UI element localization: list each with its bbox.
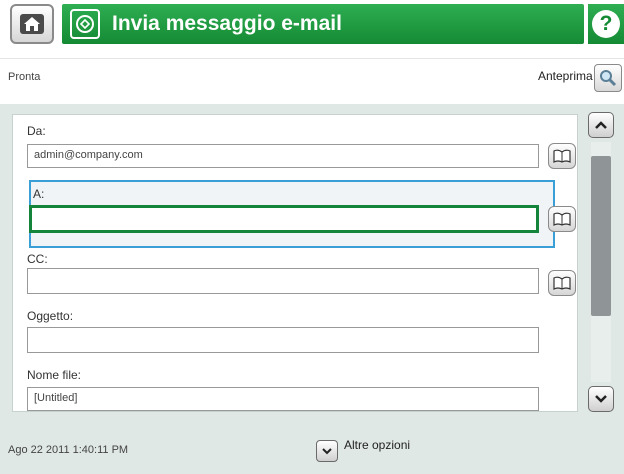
subject-field[interactable] [27,327,539,353]
status-bar: Pronta Anteprima [0,58,624,96]
subject-label: Oggetto: [27,309,74,323]
status-text: Pronta [8,71,41,83]
cc-label: CC: [27,252,48,266]
address-book-icon [553,212,571,226]
chevron-up-icon [595,121,607,129]
address-book-icon [553,276,571,290]
cc-address-book-button[interactable] [548,270,576,296]
chevron-down-icon [595,395,607,403]
more-options-button[interactable] [316,440,338,462]
to-label: A: [33,187,45,201]
home-icon [20,14,44,34]
help-button[interactable]: ? [588,4,624,44]
scroll-down-button[interactable] [588,386,614,412]
address-book-icon [553,149,571,163]
from-label: Da: [27,124,46,138]
title-bar: Invia messaggio e-mail [62,4,584,44]
more-options-label: Altre opzioni [344,438,411,452]
home-button[interactable] [10,4,54,44]
cc-field[interactable] [27,268,539,294]
scrollbar-thumb[interactable] [591,156,611,316]
email-icon [70,9,100,39]
page-title: Invia messaggio e-mail [112,12,342,35]
preview-button[interactable] [594,64,622,92]
main-panel: Da: admin@company.com A: CC: Oggetto: No… [0,104,624,420]
to-field[interactable] [29,205,539,233]
scroll-up-button[interactable] [588,112,614,138]
footer-bar: Ago 22 2011 1:40:11 PM Altre opzioni [0,420,624,474]
datetime-text: Ago 22 2011 1:40:11 PM [8,444,129,456]
header: Invia messaggio e-mail ? [0,0,624,50]
filename-field[interactable]: [Untitled] [27,387,539,411]
preview-label: Anteprima [538,69,593,83]
from-field[interactable]: admin@company.com [27,144,539,168]
chevron-down-icon [322,448,332,455]
magnifier-icon [600,70,617,87]
help-icon: ? [592,10,620,38]
email-form: Da: admin@company.com A: CC: Oggetto: No… [12,114,578,412]
from-address-book-button[interactable] [548,143,576,169]
to-address-book-button[interactable] [548,206,576,232]
filename-label: Nome file: [27,368,82,382]
